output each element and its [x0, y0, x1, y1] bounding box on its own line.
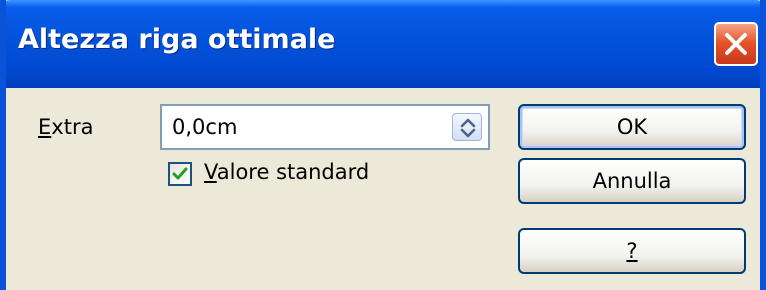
extra-label-text: xtra	[51, 115, 94, 139]
close-icon	[725, 33, 747, 55]
extra-spin-field[interactable]: 0,0cm	[160, 104, 490, 150]
help-button-label: ?	[626, 239, 638, 263]
spin-button[interactable]	[452, 113, 482, 141]
extra-label-mnemonic: E	[38, 115, 52, 139]
extra-value[interactable]: 0,0cm	[172, 115, 237, 139]
extra-label: Extra	[38, 115, 93, 139]
checkmark-icon	[172, 167, 188, 180]
title-bar[interactable]: Altezza riga ottimale	[6, 0, 760, 88]
dialog-window: Altezza riga ottimale Extra 0,0cm Valore…	[0, 0, 766, 290]
help-button[interactable]: ?	[518, 228, 746, 274]
cancel-button[interactable]: Annulla	[518, 158, 746, 204]
close-button[interactable]	[714, 22, 758, 66]
ok-button[interactable]: OK	[518, 104, 746, 150]
window-title: Altezza riga ottimale	[18, 24, 336, 55]
default-value-label-text: alore standard	[216, 160, 370, 184]
spin-up-down-icon	[460, 118, 476, 138]
default-value-label[interactable]: Valore standard	[204, 160, 369, 184]
default-value-mnemonic: V	[204, 160, 217, 184]
default-value-checkbox[interactable]	[168, 162, 192, 186]
